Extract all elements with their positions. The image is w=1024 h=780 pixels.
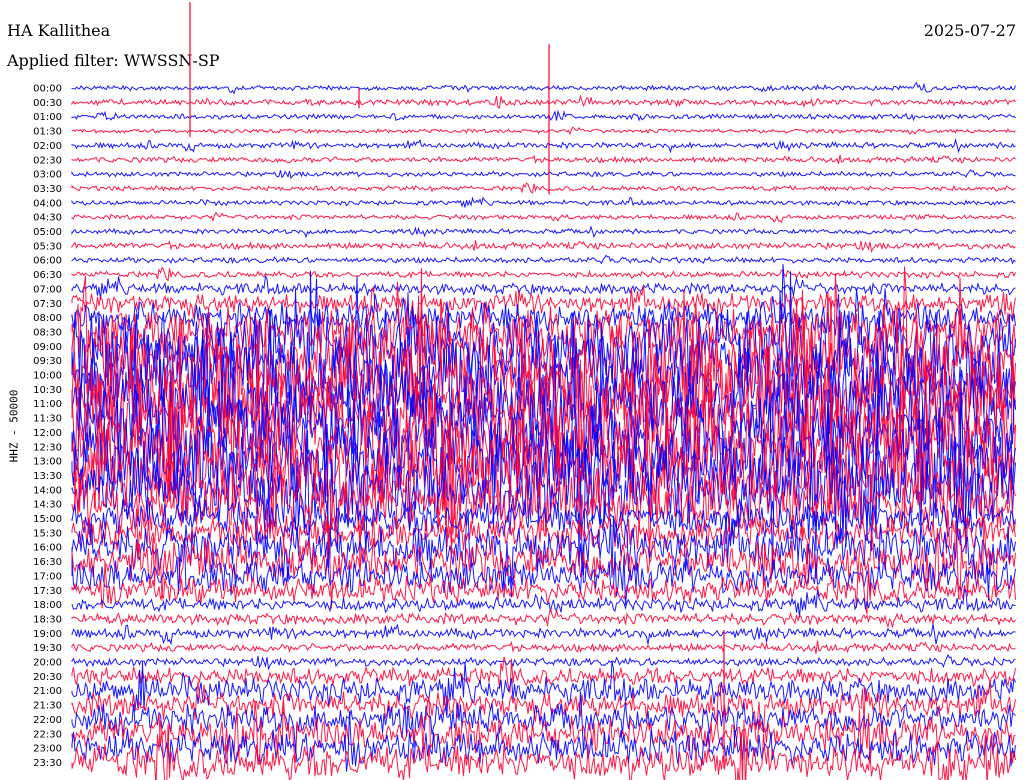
- seismic-trace: [71, 266, 1016, 282]
- time-label: 10:00: [33, 371, 62, 382]
- time-label: 04:00: [33, 198, 62, 209]
- time-label: 03:30: [33, 184, 62, 195]
- time-label: 20:00: [33, 658, 62, 669]
- time-label: 14:30: [33, 500, 62, 511]
- time-label: 07:00: [33, 284, 62, 295]
- seismic-trace: [71, 126, 1016, 136]
- time-label: 07:30: [33, 299, 62, 310]
- time-label: 14:00: [33, 485, 62, 496]
- time-label: 22:00: [33, 715, 62, 726]
- time-label: 18:00: [33, 600, 62, 611]
- time-label: 01:30: [33, 127, 62, 138]
- seismic-trace: [71, 608, 1016, 629]
- time-label: 06:00: [33, 256, 62, 267]
- seismic-trace: [71, 182, 1016, 194]
- time-label: 05:00: [33, 227, 62, 238]
- time-label: 04:30: [33, 213, 62, 224]
- time-label: 18:30: [33, 614, 62, 625]
- time-label: 09:30: [33, 356, 62, 367]
- seismic-trace: [71, 640, 1016, 654]
- seismic-trace: [71, 154, 1016, 165]
- time-label: 01:00: [33, 112, 62, 123]
- time-label: 15:00: [33, 514, 62, 525]
- seismic-trace: [71, 623, 1016, 646]
- time-label: 12:00: [33, 428, 62, 439]
- time-label: 15:30: [33, 528, 62, 539]
- time-label: 12:30: [33, 442, 62, 453]
- time-label: 11:30: [33, 414, 62, 425]
- time-label: 00:30: [33, 98, 62, 109]
- seismic-trace: [71, 169, 1016, 180]
- time-label: 23:30: [33, 758, 62, 769]
- seismic-trace: [71, 653, 1016, 671]
- seismic-trace: [71, 81, 1016, 95]
- time-label: 00:00: [33, 84, 62, 95]
- time-label: 13:30: [33, 471, 62, 482]
- time-label: 20:30: [33, 672, 62, 683]
- seismic-trace: [71, 240, 1016, 253]
- seismic-trace: [71, 285, 1016, 326]
- time-label: 05:30: [33, 241, 62, 252]
- helicorder-page: HA Kallithea 2025-07-27 Applied filter: …: [0, 0, 1024, 780]
- time-label: 17:30: [33, 586, 62, 597]
- time-label: 08:00: [33, 313, 62, 324]
- seismogram-plot: 00:00 00:30 01:00 01:30 02:00 02:30 03:00 03:30…: [33, 2, 1016, 780]
- time-label: 06:30: [33, 270, 62, 281]
- time-label: 10:30: [33, 385, 62, 396]
- seismic-trace: [71, 196, 1016, 208]
- time-label: 17:00: [33, 571, 62, 582]
- seismic-trace: [71, 109, 1016, 122]
- time-label: 21:30: [33, 701, 62, 712]
- time-label: 23:00: [33, 744, 62, 755]
- time-label: 02:00: [33, 141, 62, 152]
- time-label: 16:00: [33, 543, 62, 554]
- time-label: 08:30: [33, 327, 62, 338]
- seismic-trace: [71, 211, 1016, 224]
- seismic-trace: [71, 254, 1016, 265]
- time-label: 19:00: [33, 629, 62, 640]
- time-label: 16:30: [33, 557, 62, 568]
- seismic-trace: [71, 288, 1016, 347]
- seismic-trace: [71, 137, 1016, 154]
- time-label: 03:00: [33, 170, 62, 181]
- time-label: 19:30: [33, 643, 62, 654]
- time-label: 22:30: [33, 729, 62, 740]
- time-label: 13:00: [33, 457, 62, 468]
- seismic-trace: [71, 225, 1016, 239]
- time-label: 21:00: [33, 686, 62, 697]
- seismic-trace: [71, 274, 1016, 300]
- time-label: 09:00: [33, 342, 62, 353]
- time-label: 02:30: [33, 155, 62, 166]
- seismic-trace: [71, 94, 1016, 109]
- time-label: 11:00: [33, 399, 62, 410]
